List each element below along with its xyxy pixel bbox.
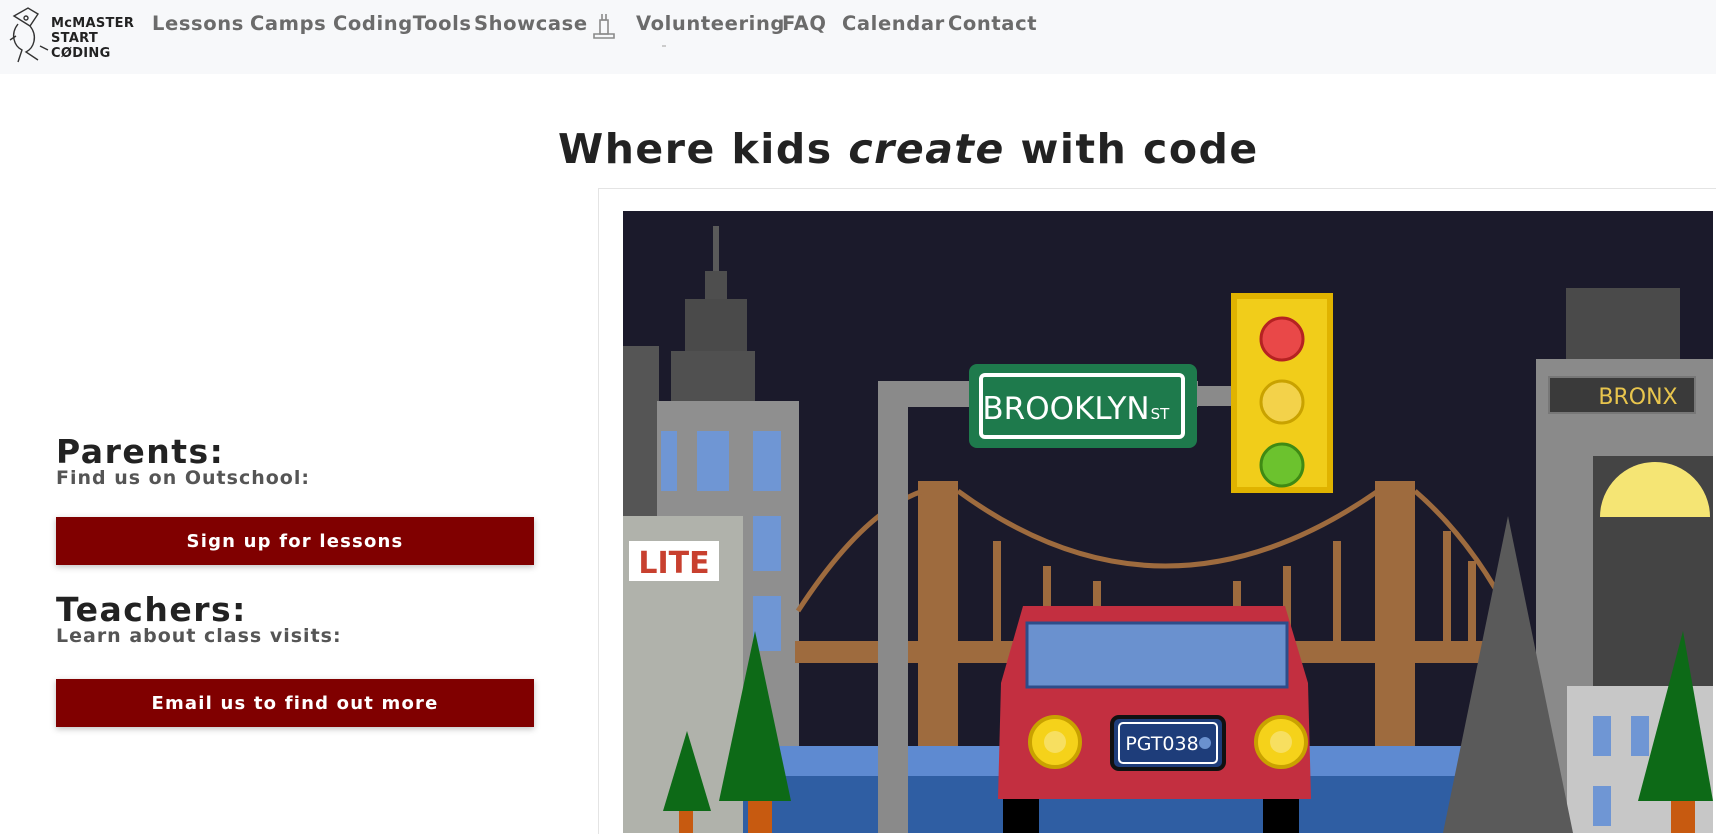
nav-faq[interactable]: FAQ — [782, 12, 827, 38]
teachers-section: Teachers: Learn about class visits: — [56, 590, 342, 647]
brooklyn-street-sign: BROOKLYN ST — [969, 364, 1197, 448]
nav-volunteering[interactable]: Volunteering — [636, 12, 785, 38]
logo-wordmark: McMASTER START CØDING — [51, 16, 134, 61]
hero-title-emphasis: create — [848, 125, 1005, 173]
nav-calendar[interactable]: Calendar — [842, 12, 945, 38]
sign-up-lessons-button[interactable]: Sign up for lessons — [56, 517, 534, 565]
logo-line-2: START — [51, 31, 99, 46]
nav-lessons[interactable]: Lessons — [152, 12, 244, 38]
red-car: PGT038 — [998, 606, 1311, 833]
nav-codingtools[interactable]: CodingTools — [333, 12, 472, 38]
license-plate-text: PGT038 — [1125, 733, 1198, 755]
site-logo[interactable]: McMASTER START CØDING — [8, 6, 134, 64]
street-sign-suffix: ST — [1151, 405, 1171, 423]
nav-camps[interactable]: Camps — [250, 12, 326, 38]
nav-dropdown-indicator — [662, 45, 666, 47]
traffic-light — [1231, 293, 1333, 493]
logo-robot-icon — [9, 7, 49, 63]
logo-line-3: CØDING — [51, 46, 111, 61]
top-navbar: McMASTER START CØDING Lessons Camps Codi… — [0, 0, 1716, 74]
city-illustration: LITE BROOKLYN ST BRONX PGT038 — [623, 211, 1713, 833]
bronx-sign-text: BRONX — [1598, 385, 1677, 410]
parents-section: Parents: Find us on Outschool: — [56, 432, 310, 489]
logo-line-1: McMASTER — [51, 16, 135, 31]
nav-showcase[interactable]: Showcase — [474, 12, 588, 38]
hero-title-prefix: Where kids — [558, 125, 849, 173]
yellow-light — [1259, 379, 1305, 425]
teachers-subtext: Learn about class visits: — [56, 625, 342, 647]
green-light — [1259, 442, 1305, 488]
hero-title-suffix: with code — [1004, 125, 1259, 173]
teachers-heading: Teachers: — [56, 590, 247, 629]
street-sign-text: BROOKLYN — [982, 391, 1149, 427]
email-us-button[interactable]: Email us to find out more — [56, 679, 534, 727]
lite-sign-text: LITE — [638, 546, 709, 581]
red-light — [1259, 316, 1305, 362]
hero-title: Where kids create with code — [558, 125, 1259, 173]
tower-icon[interactable] — [590, 12, 618, 40]
parents-subtext: Find us on Outschool: — [56, 467, 310, 489]
parents-heading: Parents: — [56, 432, 225, 471]
nav-contact[interactable]: Contact — [948, 12, 1037, 38]
